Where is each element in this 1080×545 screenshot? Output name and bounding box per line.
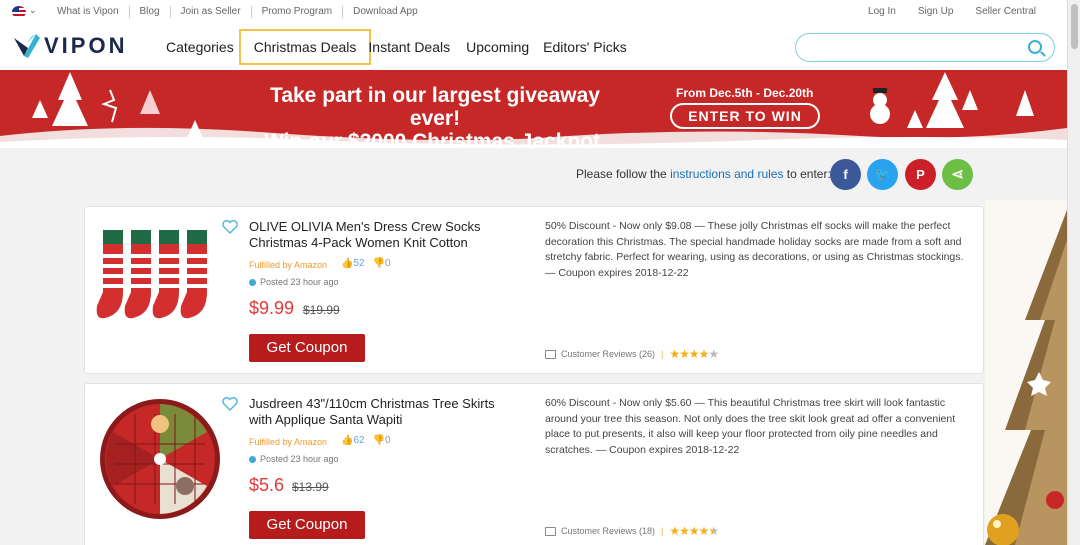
- star-rating: ★★★★★: [669, 347, 719, 361]
- follow-suffix: to enter:: [783, 167, 831, 181]
- deal-price: $9.99: [249, 298, 295, 318]
- nav-christmas-deals[interactable]: Christmas Deals: [238, 29, 372, 65]
- follow-instructions: Please follow the instructions and rules…: [576, 167, 831, 181]
- search-icon[interactable]: [1028, 40, 1042, 54]
- christmas-trees-left-decoration: [32, 72, 204, 140]
- get-coupon-button[interactable]: Get Coupon: [249, 334, 365, 362]
- link-download-app[interactable]: Download App: [343, 6, 428, 18]
- clock-icon: [249, 279, 256, 286]
- link-promo-program[interactable]: Promo Program: [252, 6, 344, 18]
- link-what-is-vipon[interactable]: What is Vipon: [47, 6, 130, 18]
- dislike-button[interactable]: 👎0: [373, 258, 391, 269]
- scrollbar-thumb[interactable]: [1071, 4, 1078, 49]
- top-links: What is Vipon Blog Join as Seller Promo …: [47, 6, 428, 18]
- favorite-heart-icon[interactable]: [222, 220, 238, 234]
- share-icon[interactable]: ⋖: [942, 159, 973, 190]
- nav-categories[interactable]: Categories: [160, 38, 240, 56]
- get-coupon-button[interactable]: Get Coupon: [249, 511, 365, 539]
- like-button[interactable]: 👍52: [341, 258, 365, 269]
- banner-dates: From Dec.5th - Dec.20th: [676, 86, 814, 100]
- us-flag-icon[interactable]: [12, 6, 26, 18]
- banner-line-2: Win our $2000 Christmas Jackpot.: [264, 130, 606, 148]
- posted-time-text: Posted 23 hour ago: [260, 454, 339, 464]
- fulfilled-by-amazon: Fulfilled by Amazon: [249, 260, 328, 270]
- banner-line-1: Take part in our largest giveaway ever!: [270, 84, 600, 130]
- dislike-count: 0: [385, 435, 391, 446]
- banner-headline: Take part in our largest giveaway ever! …: [248, 84, 622, 148]
- christmas-banner[interactable]: Take part in our largest giveaway ever! …: [0, 70, 1067, 148]
- signup-link[interactable]: Sign Up: [907, 6, 965, 18]
- account-links: Log In Sign Up Seller Central: [857, 6, 1047, 18]
- top-utility-bar: ⌄ What is Vipon Blog Join as Seller Prom…: [0, 0, 1067, 24]
- posted-time: Posted 23 hour ago: [249, 454, 339, 464]
- main-header: VIPON Categories Christmas Deals Instant…: [0, 24, 1067, 70]
- like-count: 52: [353, 258, 365, 269]
- deal-price: $5.6: [249, 475, 285, 495]
- seller-central-link[interactable]: Seller Central: [964, 6, 1047, 18]
- favorite-heart-icon[interactable]: [222, 397, 238, 411]
- clock-icon: [249, 456, 256, 463]
- comment-icon: [545, 526, 556, 536]
- deal-card[interactable]: OLIVE OLIVIA Men's Dress Crew Socks Chri…: [84, 206, 984, 374]
- customer-reviews[interactable]: Customer Reviews (18) | ★★★★★: [545, 524, 719, 538]
- customer-reviews[interactable]: Customer Reviews (26) | ★★★★★: [545, 347, 719, 361]
- deal-title[interactable]: Jusdreen 43"/110cm Christmas Tree Skirts…: [249, 396, 519, 428]
- divider: |: [661, 526, 664, 536]
- main-nav: Categories Christmas Deals Instant Deals…: [160, 29, 633, 65]
- pinterest-icon[interactable]: P: [905, 159, 936, 190]
- star-rating: ★★★★★: [669, 524, 719, 538]
- nav-editors-picks[interactable]: Editors' Picks: [537, 38, 633, 56]
- login-link[interactable]: Log In: [857, 6, 907, 18]
- reviews-count: Customer Reviews (26): [561, 349, 656, 359]
- tree-skirt-image[interactable]: [95, 394, 225, 524]
- deal-description: 60% Discount - Now only $5.60 — This bea…: [545, 397, 956, 456]
- christmas-socks-image[interactable]: [95, 222, 225, 342]
- page-scrollbar[interactable]: [1067, 0, 1080, 545]
- like-count: 62: [353, 435, 365, 446]
- reviews-count: Customer Reviews (18): [561, 526, 656, 536]
- search-input[interactable]: [795, 33, 1055, 62]
- divider: |: [661, 349, 664, 359]
- original-price: $13.99: [292, 480, 329, 494]
- facebook-icon[interactable]: f: [830, 159, 861, 190]
- deal-card[interactable]: Jusdreen 43"/110cm Christmas Tree Skirts…: [84, 383, 984, 545]
- vote-counts: 👍52 👎0: [341, 258, 391, 269]
- vipon-logo-icon: [14, 34, 40, 58]
- link-blog[interactable]: Blog: [130, 6, 171, 18]
- christmas-trees-right-decoration: [870, 72, 1034, 128]
- instructions-link[interactable]: instructions and rules: [670, 167, 783, 181]
- fulfilled-by-amazon: Fulfilled by Amazon: [249, 437, 328, 447]
- comment-icon: [545, 349, 556, 359]
- nav-upcoming[interactable]: Upcoming: [460, 38, 535, 56]
- vote-counts: 👍62 👎0: [341, 435, 391, 446]
- twitter-icon[interactable]: 🐦: [867, 159, 898, 190]
- enter-to-win-button[interactable]: ENTER TO WIN: [670, 103, 820, 129]
- deal-description: 50% Discount - Now only $9.08 — These jo…: [545, 220, 964, 279]
- christmas-tree-decoration: [985, 200, 1067, 545]
- posted-time-text: Posted 23 hour ago: [260, 277, 339, 287]
- deal-title[interactable]: OLIVE OLIVIA Men's Dress Crew Socks Chri…: [249, 219, 519, 251]
- dislike-button[interactable]: 👎0: [373, 435, 391, 446]
- dislike-count: 0: [385, 258, 391, 269]
- like-button[interactable]: 👍62: [341, 435, 365, 446]
- chevron-down-icon[interactable]: ⌄: [29, 5, 37, 16]
- nav-instant-deals[interactable]: Instant Deals: [362, 38, 456, 56]
- follow-prefix: Please follow the: [576, 167, 671, 181]
- link-join-as-seller[interactable]: Join as Seller: [171, 6, 252, 18]
- logo-text: VIPON: [44, 33, 128, 58]
- original-price: $19.99: [303, 303, 340, 317]
- vipon-logo[interactable]: VIPON: [12, 32, 127, 60]
- posted-time: Posted 23 hour ago: [249, 277, 339, 287]
